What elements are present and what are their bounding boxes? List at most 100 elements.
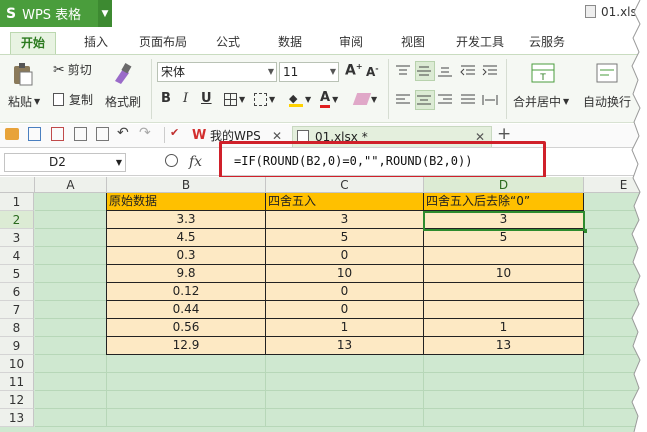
data-cell[interactable]: 3.3 (107, 211, 266, 229)
search-icon[interactable] (165, 154, 178, 167)
clear-format-button[interactable]: ▼ (352, 93, 377, 105)
chevron-down-icon[interactable]: ▼ (98, 0, 112, 27)
italic-button[interactable]: I (183, 91, 188, 106)
folder-icon[interactable] (5, 128, 19, 140)
font-name-select[interactable]: 宋体 ▼ (157, 62, 277, 82)
undo-icon[interactable]: ↶ (117, 125, 129, 141)
tab-view[interactable]: 视图 (393, 32, 433, 54)
empty-cell[interactable] (35, 301, 107, 319)
align-bottom-icon[interactable] (437, 62, 455, 80)
row-header[interactable]: 11 (0, 373, 34, 391)
justify-icon[interactable] (460, 91, 478, 109)
data-cell[interactable]: 0 (266, 283, 424, 301)
cut-button[interactable]: ✂ 剪切 (53, 61, 92, 78)
spreadsheet-grid[interactable]: A B C D E ✚ 1原始数据四舍五入四舍五入后去除“0”23.33334.… (0, 177, 647, 432)
customize-icon[interactable]: ✔ (170, 126, 179, 139)
header-cell[interactable]: 四舍五入 (266, 193, 424, 211)
tab-formulas[interactable]: 公式 (208, 32, 248, 54)
header-cell[interactable]: 四舍五入后去除“0” (424, 193, 584, 211)
distributed-align-icon[interactable] (482, 91, 500, 109)
row-header[interactable]: 5 (0, 265, 34, 283)
data-cell[interactable]: 10 (424, 265, 584, 283)
data-cell[interactable]: 5 (424, 229, 584, 247)
borders-button[interactable]: ▼ (224, 93, 245, 106)
align-left-icon[interactable] (395, 91, 413, 109)
column-header-c[interactable]: C (266, 177, 424, 193)
pdf-export-icon[interactable] (51, 127, 64, 141)
empty-cell[interactable] (35, 337, 107, 355)
data-cell[interactable]: 0 (266, 301, 424, 319)
data-cell[interactable]: 5 (266, 229, 424, 247)
empty-cell[interactable] (266, 355, 424, 373)
header-cell[interactable]: 原始数据 (107, 193, 266, 211)
save-icon[interactable] (28, 127, 41, 141)
empty-cell[interactable] (35, 409, 107, 427)
data-cell[interactable]: 10 (266, 265, 424, 283)
empty-cell[interactable] (35, 391, 107, 409)
empty-cell[interactable] (35, 265, 107, 283)
merge-center-icon[interactable]: T (531, 60, 557, 86)
indent-increase-icon[interactable] (482, 62, 500, 80)
empty-cell[interactable] (266, 391, 424, 409)
app-menu-button[interactable]: S WPS 表格 ▼ (0, 0, 112, 27)
tab-page-layout[interactable]: 页面布局 (134, 32, 192, 54)
tab-data[interactable]: 数据 (270, 32, 310, 54)
row-header[interactable]: 12 (0, 391, 34, 409)
row-header[interactable]: 1 (0, 193, 34, 211)
empty-cell[interactable] (424, 373, 584, 391)
grow-font-button[interactable]: A+ (345, 62, 363, 79)
empty-cell[interactable] (424, 409, 584, 427)
data-cell[interactable]: 9.8 (107, 265, 266, 283)
data-cell[interactable]: 0 (266, 247, 424, 265)
row-header[interactable]: 7 (0, 301, 34, 319)
align-middle-icon[interactable] (415, 61, 435, 81)
data-cell[interactable]: 1 (424, 319, 584, 337)
insert-function-button[interactable]: fx (189, 154, 202, 170)
merge-center-button[interactable]: 合并居中 ▼ (513, 93, 569, 110)
brush-icon[interactable] (109, 61, 139, 87)
row-header[interactable]: 10 (0, 355, 34, 373)
data-cell[interactable]: 1 (266, 319, 424, 337)
cell-style-button[interactable]: ▼ (254, 93, 275, 106)
data-cell[interactable]: 13 (266, 337, 424, 355)
empty-cell[interactable] (35, 193, 107, 211)
wrap-text-icon[interactable] (595, 60, 621, 86)
data-cell[interactable] (424, 247, 584, 265)
shrink-font-button[interactable]: A- (366, 64, 379, 79)
data-cell[interactable]: 0.3 (107, 247, 266, 265)
empty-cell[interactable] (266, 409, 424, 427)
redo-icon[interactable]: ↷ (139, 125, 151, 141)
font-size-select[interactable]: 11 ▼ (279, 62, 339, 82)
empty-cell[interactable] (424, 391, 584, 409)
empty-cell[interactable] (424, 355, 584, 373)
data-cell[interactable]: 13 (424, 337, 584, 355)
row-header[interactable]: 8 (0, 319, 34, 337)
empty-cell[interactable] (107, 409, 266, 427)
print-preview-icon[interactable] (96, 127, 109, 141)
empty-cell[interactable] (266, 373, 424, 391)
empty-cell[interactable] (107, 355, 266, 373)
print-icon[interactable] (74, 127, 87, 141)
align-center-icon[interactable] (415, 90, 435, 110)
tab-insert[interactable]: 插入 (76, 32, 116, 54)
row-header[interactable]: 2 (0, 211, 34, 229)
empty-cell[interactable] (35, 247, 107, 265)
paste-icon[interactable] (10, 61, 40, 87)
data-cell[interactable]: 3 (266, 211, 424, 229)
data-cell[interactable] (424, 283, 584, 301)
data-cell[interactable]: 0.44 (107, 301, 266, 319)
column-header-a[interactable]: A (35, 177, 107, 193)
empty-cell[interactable] (107, 373, 266, 391)
data-cell[interactable]: 12.9 (107, 337, 266, 355)
name-box[interactable]: D2 ▼ (4, 153, 126, 172)
data-cell[interactable]: 4.5 (107, 229, 266, 247)
format-painter-button[interactable]: 格式刷 (105, 93, 141, 110)
underline-button[interactable]: U (201, 91, 212, 106)
data-cell[interactable]: 0.12 (107, 283, 266, 301)
row-header[interactable]: 13 (0, 409, 34, 427)
empty-cell[interactable] (35, 283, 107, 301)
row-header[interactable]: 3 (0, 229, 34, 247)
tab-review[interactable]: 审阅 (331, 32, 371, 54)
column-header-b[interactable]: B (107, 177, 266, 193)
align-right-icon[interactable] (437, 91, 455, 109)
